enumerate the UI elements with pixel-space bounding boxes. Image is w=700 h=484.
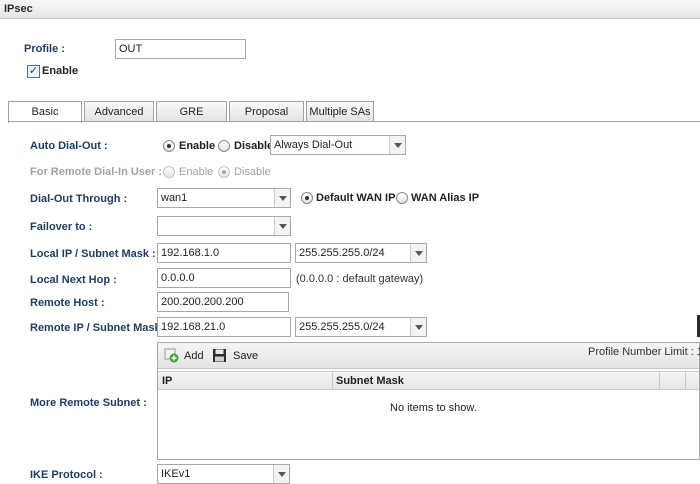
auto-dial-out-enable-radio[interactable]: [163, 140, 175, 152]
failover-select[interactable]: [157, 216, 291, 236]
column-divider: [332, 372, 333, 390]
profile-name-input[interactable]: OUT: [115, 39, 246, 59]
tab-basic[interactable]: Basic: [8, 101, 82, 123]
tab-advanced[interactable]: Advanced: [84, 101, 154, 122]
tab-gre[interactable]: GRE: [156, 101, 227, 122]
chevron-down-icon: [274, 189, 290, 207]
remote-subnet-mask-value: 255.255.255.0/24: [299, 321, 385, 333]
window-title: IPsec: [0, 0, 700, 19]
dial-out-mode-select[interactable]: Always Dial-Out: [270, 135, 406, 155]
grid-empty-message: No items to show.: [390, 402, 477, 414]
auto-dial-out-enable-label: Enable: [179, 140, 216, 152]
tab-divider: [8, 121, 700, 122]
auto-dial-out-disable-radio[interactable]: [218, 140, 230, 152]
wan-alias-ip-label: WAN Alias IP: [411, 192, 480, 204]
remote-host-input[interactable]: 200.200.200.200: [157, 292, 289, 312]
remote-dial-in-enable-label: Enable: [179, 166, 214, 178]
chevron-down-icon: [273, 465, 289, 483]
enable-checkbox[interactable]: ✓: [27, 65, 40, 78]
remote-dial-in-label: For Remote Dial-In User :: [30, 166, 163, 178]
local-ip-input[interactable]: 192.168.1.0: [157, 243, 291, 263]
remote-dial-in-enable-radio[interactable]: [163, 166, 175, 178]
chevron-down-icon: [410, 244, 426, 262]
local-ip-label: Local IP / Subnet Mask :: [30, 248, 156, 260]
dial-out-through-value: wan1: [161, 192, 188, 204]
add-icon: [164, 348, 179, 363]
floppy-disk-icon: [213, 349, 226, 362]
tab-multiple-sas[interactable]: Multiple SAs: [306, 101, 374, 122]
column-header-ip[interactable]: IP: [162, 375, 172, 387]
local-next-hop-label: Local Next Hop :: [30, 274, 117, 286]
enable-checkbox-label: Enable: [42, 65, 79, 77]
save-button-label: Save: [233, 349, 259, 362]
chevron-down-icon: [389, 136, 405, 154]
grid-header-row: IP Subnet Mask: [158, 371, 699, 390]
add-button[interactable]: Add: [164, 348, 204, 363]
wan-alias-ip-radio[interactable]: [396, 192, 408, 204]
remote-ip-input[interactable]: 192.168.21.0: [157, 317, 291, 337]
local-subnet-mask-value: 255.255.255.0/24: [299, 247, 385, 259]
save-button[interactable]: Save: [212, 348, 258, 363]
remote-dial-in-disable-label: Disable: [234, 166, 271, 178]
local-next-hop-hint: (0.0.0.0 : default gateway): [296, 273, 424, 285]
remote-dial-in-disable-radio[interactable]: [218, 166, 230, 178]
ike-protocol-label: IKE Protocol :: [30, 469, 103, 481]
auto-dial-out-label: Auto Dial-Out :: [30, 140, 108, 152]
remote-ip-label: Remote IP / Subnet Mask :: [30, 322, 168, 334]
more-remote-subnet-label: More Remote Subnet :: [30, 397, 147, 409]
profile-number-limit: Profile Number Limit : 16: [588, 346, 700, 358]
default-wan-ip-label: Default WAN IP: [316, 192, 396, 204]
local-subnet-mask-select[interactable]: 255.255.255.0/24: [295, 243, 427, 263]
dial-out-through-label: Dial-Out Through :: [30, 193, 128, 205]
tab-proposal[interactable]: Proposal: [229, 101, 304, 122]
column-header-subnet-mask[interactable]: Subnet Mask: [336, 375, 404, 387]
auto-dial-out-disable-label: Disable: [234, 140, 274, 152]
chevron-down-icon: [274, 217, 290, 235]
column-divider: [685, 372, 686, 390]
local-next-hop-input[interactable]: 0.0.0.0: [157, 268, 291, 288]
ike-protocol-select[interactable]: IKEv1: [157, 464, 290, 484]
default-wan-ip-radio[interactable]: [301, 192, 313, 204]
column-divider: [659, 372, 660, 390]
remote-subnet-mask-select[interactable]: 255.255.255.0/24: [295, 317, 427, 337]
chevron-down-icon: [410, 318, 426, 336]
ike-protocol-value: IKEv1: [161, 468, 191, 480]
failover-label: Failover to :: [30, 221, 93, 233]
profile-label: Profile :: [24, 43, 65, 55]
remote-host-label: Remote Host :: [30, 297, 105, 309]
dial-out-mode-value: Always Dial-Out: [274, 139, 353, 151]
dial-out-through-select[interactable]: wan1: [157, 188, 291, 208]
add-button-label: Add: [184, 349, 204, 362]
more-remote-subnet-grid: Add Save Profile Number Limit : 16 IP Su…: [157, 342, 700, 460]
